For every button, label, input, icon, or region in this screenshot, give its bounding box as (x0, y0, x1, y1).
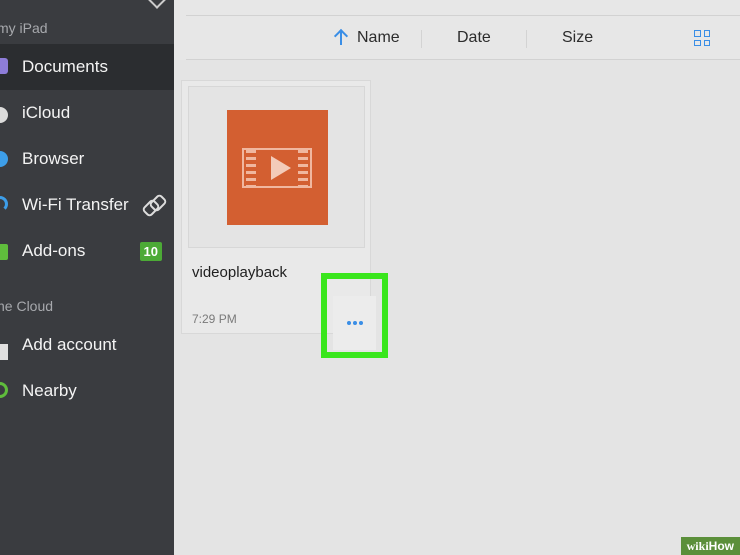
sidebar-item-label: Wi-Fi Transfer (22, 195, 129, 214)
grid-view-icon[interactable] (694, 30, 710, 46)
highlight-box (321, 273, 388, 358)
video-file-icon (227, 110, 328, 225)
watermark: wikiHow (680, 537, 740, 555)
divider (186, 59, 740, 60)
folder-icon (0, 58, 8, 74)
file-modified-time: 7:29 PM (192, 312, 237, 326)
file-name: videoplayback (192, 264, 288, 281)
link-icon (144, 196, 162, 214)
sidebar-item-nearby[interactable]: Nearby (0, 368, 174, 414)
sidebar-item-label: Browser (22, 149, 85, 168)
sidebar: my iPad Documents iCloud Browser Wi-Fi T… (0, 0, 174, 555)
globe-icon (0, 151, 8, 167)
sidebar-item-add-ons[interactable]: Add-ons 10 (0, 228, 174, 274)
cart-icon (0, 244, 8, 260)
sidebar-item-add-account[interactable]: Add account (0, 322, 174, 368)
count-badge: 10 (139, 241, 162, 261)
more-options-button[interactable] (333, 296, 376, 350)
sidebar-item-browser[interactable]: Browser (0, 136, 174, 182)
cloud-icon (0, 107, 8, 123)
sidebar-item-label: Documents (22, 57, 108, 76)
section-header-cloud: he Cloud (0, 298, 54, 314)
section-header-local: my iPad (0, 20, 48, 36)
radar-icon (0, 382, 8, 398)
wifi-icon (0, 196, 8, 212)
file-thumbnail[interactable] (188, 86, 365, 248)
sort-by-name-button[interactable]: Name (357, 29, 400, 47)
chevron-down-icon[interactable] (147, 0, 167, 9)
sidebar-item-wifi-transfer[interactable]: Wi-Fi Transfer (0, 182, 174, 228)
plus-icon (0, 344, 8, 360)
sort-by-date-button[interactable]: Date (457, 29, 491, 47)
sort-toolbar: Name Date Size (174, 0, 740, 60)
divider (186, 15, 740, 16)
sidebar-item-label: Add-ons (22, 241, 86, 260)
sidebar-item-documents[interactable]: Documents (0, 44, 174, 90)
sidebar-item-label: Nearby (22, 381, 77, 400)
film-strip-icon (242, 148, 312, 188)
sidebar-item-icloud[interactable]: iCloud (0, 90, 174, 136)
play-icon (271, 156, 291, 180)
sort-by-size-button[interactable]: Size (562, 29, 593, 47)
sidebar-item-label: Add account (22, 335, 117, 354)
more-dots-icon (346, 321, 351, 325)
sort-ascending-icon[interactable] (334, 28, 348, 46)
divider (526, 30, 527, 48)
sidebar-item-label: iCloud (22, 103, 71, 122)
divider (421, 30, 422, 48)
